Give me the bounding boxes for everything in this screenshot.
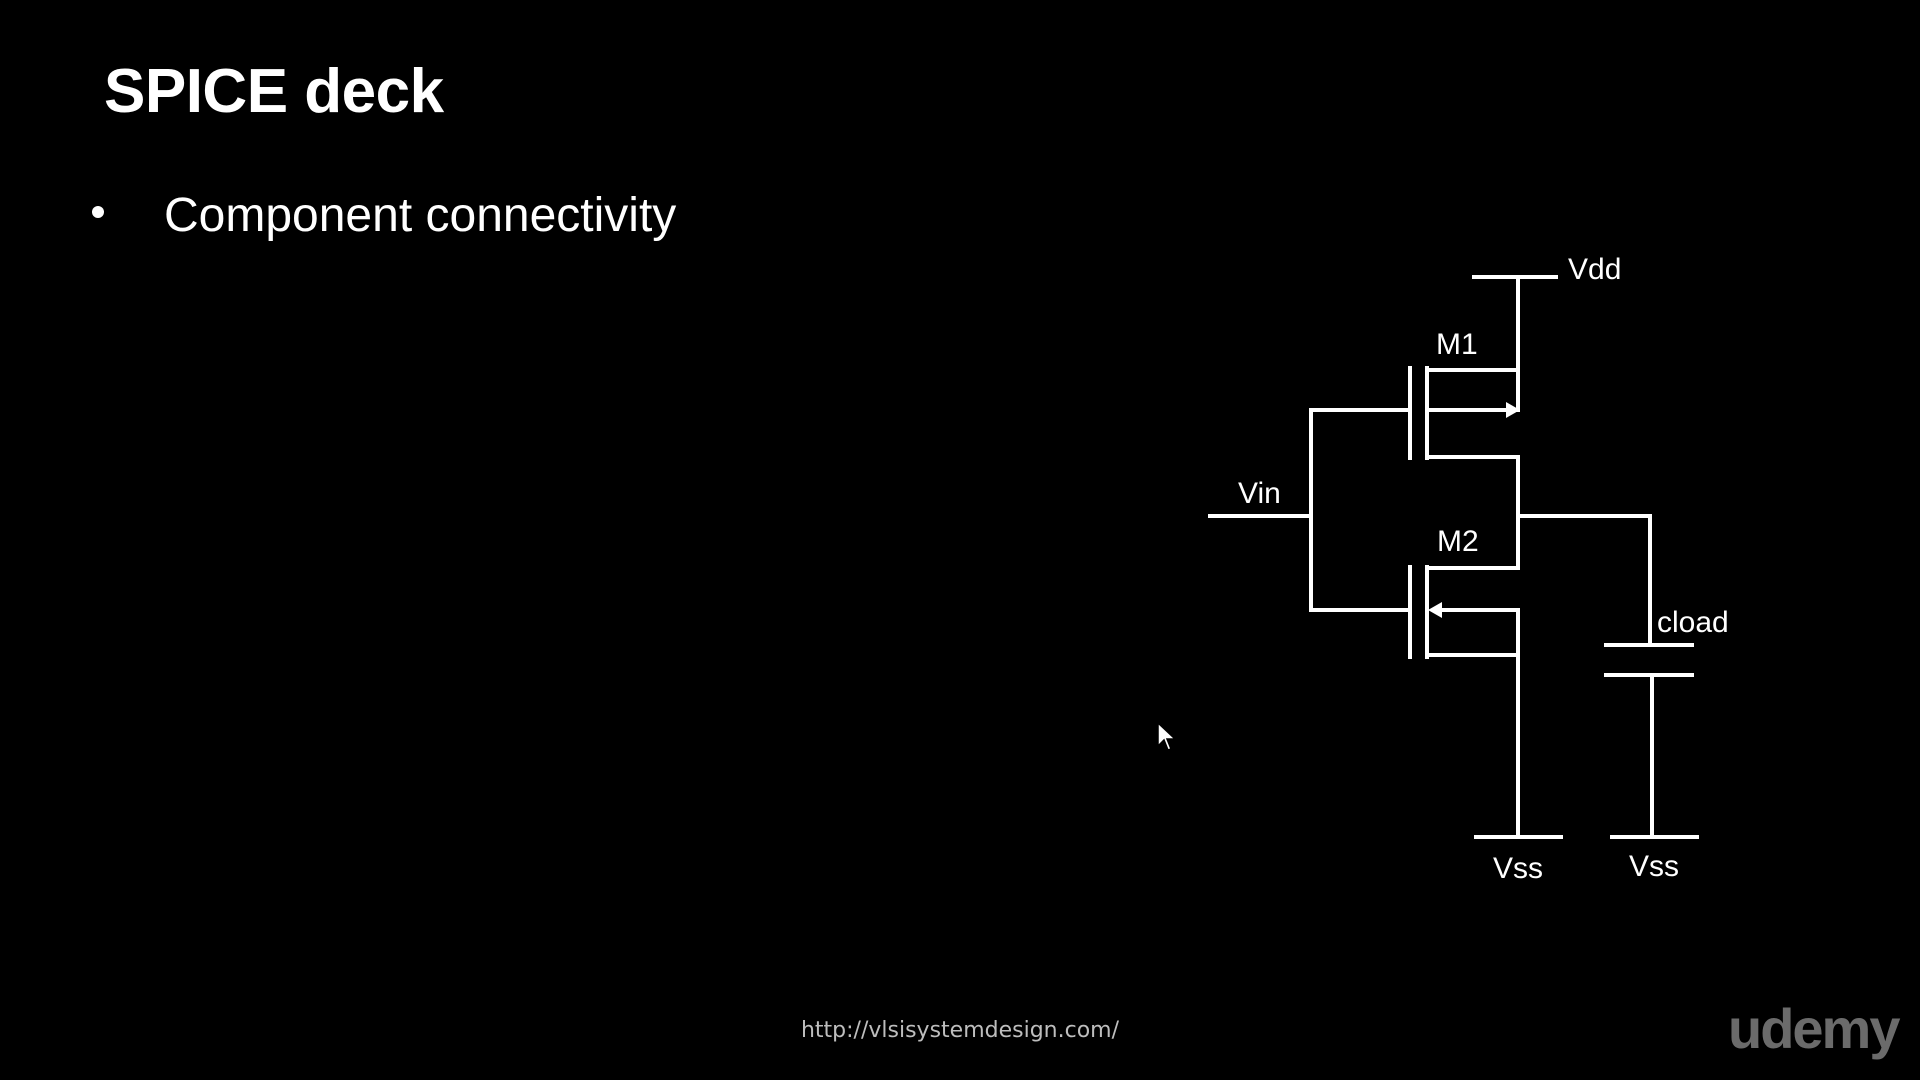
m1-label: M1: [1436, 328, 1478, 361]
cload-label: cload: [1657, 606, 1729, 639]
mouse-pointer-icon: [1157, 722, 1177, 751]
vin-label: Vin: [1238, 477, 1281, 510]
m2-body-arrow: [1428, 602, 1442, 618]
cmos-inverter-circuit: Vdd M1 Vin M2 cload Vss Vss: [1208, 253, 1729, 885]
vss-right-label: Vss: [1629, 850, 1679, 883]
output-wire: [1516, 514, 1652, 647]
vdd-label: Vdd: [1568, 253, 1621, 286]
footer-url: http://vlsisystemdesign.com/: [800, 1018, 1119, 1043]
udemy-logo: udemy: [1728, 997, 1900, 1060]
m1-source: [1425, 368, 1520, 412]
m2-label: M2: [1437, 525, 1479, 558]
vss-left-label: Vss: [1493, 852, 1543, 885]
